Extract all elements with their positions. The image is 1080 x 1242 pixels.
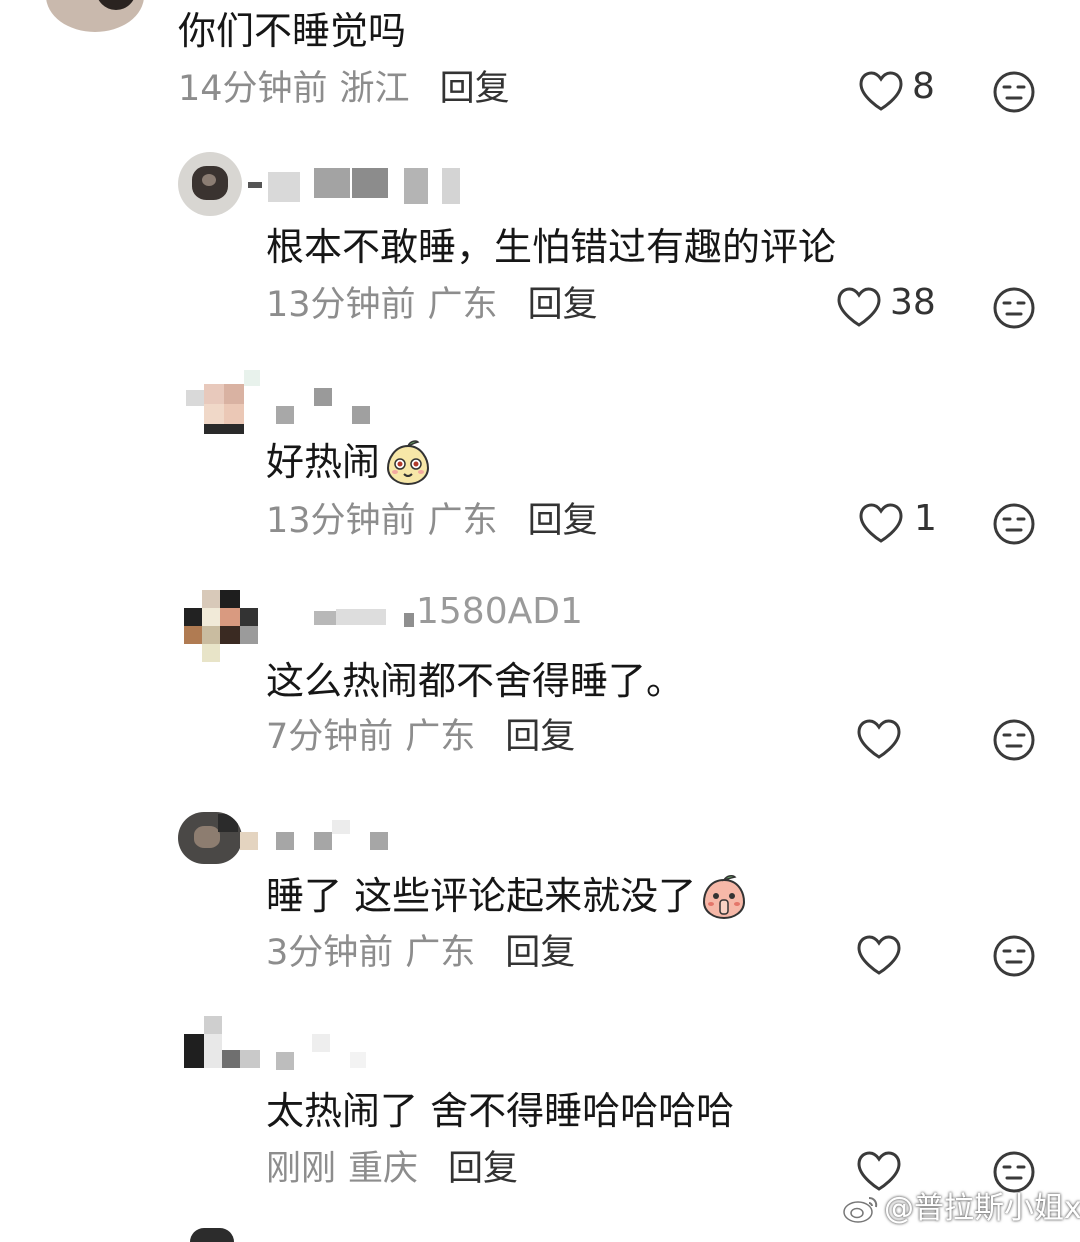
comment-meta: 13分钟前 广东 回复 (266, 504, 598, 539)
username-row: 1580AD1 (314, 594, 583, 630)
like-button[interactable]: 38 (836, 282, 936, 328)
comment-meta: 刚刚 重庆 回复 (266, 1152, 518, 1187)
username-mosaic (248, 164, 468, 204)
avatar[interactable] (178, 812, 242, 864)
avatar (190, 1228, 234, 1242)
neutral-face-icon[interactable] (992, 502, 1036, 546)
neutral-face-icon[interactable] (992, 718, 1036, 762)
heart-outline-icon (857, 719, 901, 759)
reply-button[interactable]: 回复 (440, 72, 510, 107)
like-count: 1 (914, 498, 937, 539)
avatar[interactable] (178, 152, 242, 216)
reply-button[interactable]: 回复 (448, 1152, 518, 1187)
pear-face-emoji (387, 440, 430, 486)
comment-time: 7分钟前 (266, 717, 394, 757)
heart-outline-icon (859, 503, 903, 543)
comment-meta: 14分钟前 浙江 回复 (178, 72, 510, 107)
comment-time: 3分钟前 (266, 933, 394, 973)
like-count: 38 (890, 282, 936, 323)
watermark-text: @普拉斯小姐x (884, 1191, 1080, 1226)
heart-outline-icon (857, 935, 901, 975)
avatar[interactable] (184, 370, 264, 440)
comment-meta: 3分钟前 广东 回复 (266, 936, 575, 971)
comment-text: 太热闹了 舍不得睡哈哈哈哈 (266, 1089, 735, 1133)
neutral-face-icon[interactable] (992, 286, 1036, 330)
comment-text: 你们不睡觉吗 (178, 9, 407, 53)
like-button[interactable]: 1 (858, 498, 937, 544)
heart-outline-icon (857, 1151, 901, 1191)
reply-button[interactable]: 回复 (505, 936, 575, 971)
username-mosaic (314, 597, 414, 627)
neutral-face-icon[interactable] (992, 70, 1036, 114)
neutral-face-icon[interactable] (992, 934, 1036, 978)
comment-text-row: 睡了 这些评论起来就没了 (266, 872, 748, 920)
comment-time: 13分钟前 (266, 285, 416, 325)
comment-location: 广东 (405, 717, 476, 757)
comment-time: 刚刚 (266, 1149, 337, 1189)
reply-button[interactable]: 回复 (505, 720, 575, 755)
like-button[interactable] (856, 1150, 902, 1196)
username-mosaic (276, 386, 376, 426)
comment-text: 这么热闹都不舍得睡了。 (266, 659, 685, 703)
weibo-logo-icon (843, 1197, 878, 1223)
comment-text-row: 好热闹 (266, 438, 432, 486)
comment-text: 睡了 这些评论起来就没了 (266, 874, 697, 918)
heart-outline-icon (859, 71, 903, 111)
reply-button[interactable]: 回复 (528, 504, 598, 539)
like-button[interactable] (856, 934, 902, 980)
like-button[interactable]: 8 (858, 66, 935, 112)
comment-location: 广东 (427, 501, 498, 541)
reply-button[interactable]: 回复 (528, 288, 598, 323)
comment-text: 根本不敢睡，生怕错过有趣的评论 (266, 225, 837, 269)
comment-location: 浙江 (339, 69, 410, 109)
watermark: @普拉斯小姐x (842, 1194, 1080, 1224)
comment-meta: 7分钟前 广东 回复 (266, 720, 575, 755)
neutral-face-icon[interactable] (992, 1150, 1036, 1194)
comment-location: 重庆 (348, 1149, 419, 1189)
comment-meta: 13分钟前 广东 回复 (266, 288, 598, 323)
heart-outline-icon (837, 287, 881, 327)
comment-text: 好热闹 (266, 440, 381, 484)
like-button[interactable] (856, 718, 902, 764)
comment-location: 广东 (405, 933, 476, 973)
comment-location: 广东 (427, 285, 498, 325)
avatar[interactable] (46, 0, 144, 32)
avatar[interactable] (184, 1016, 264, 1072)
comment-time: 13分钟前 (266, 501, 416, 541)
username-mosaic (276, 1032, 376, 1072)
like-count: 8 (912, 66, 935, 107)
peach-shush-emoji (703, 875, 746, 920)
avatar[interactable] (184, 590, 260, 664)
comment-time: 14分钟前 (178, 69, 328, 109)
username[interactable]: 1580AD1 (416, 594, 583, 630)
username-mosaic (240, 816, 400, 856)
